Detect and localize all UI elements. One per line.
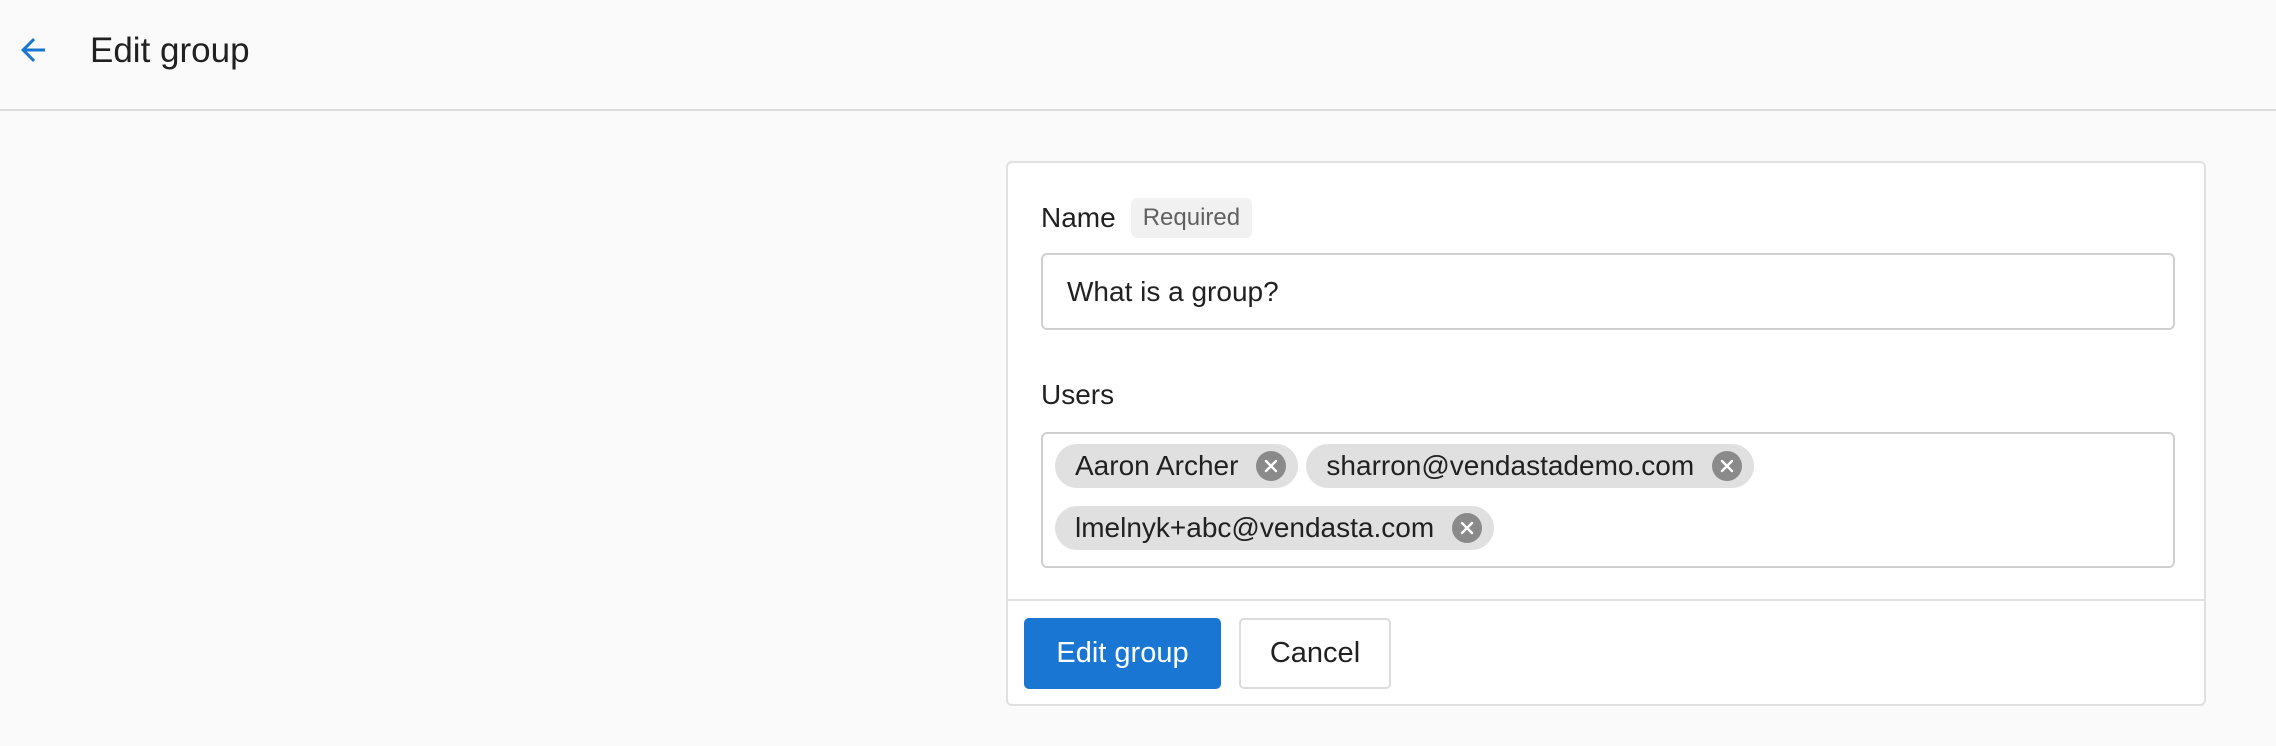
form-divider [1008,599,2204,601]
top-bar: Edit group [0,0,2276,111]
name-label: Name [1041,202,1116,233]
user-chip-label: Aaron Archer [1075,450,1239,481]
required-badge: Required [1130,198,1253,238]
name-label-row: Name Required [1041,198,1253,238]
back-button[interactable] [10,27,56,73]
users-chip-input[interactable]: Aaron Archer sharron@vendastademo.com lm… [1041,432,2175,568]
user-chip: Aaron Archer [1055,444,1299,488]
close-circle-icon[interactable] [1256,451,1287,481]
user-chip: lmelnyk+abc@vendasta.com [1055,506,1495,550]
close-circle-icon[interactable] [1452,513,1483,543]
name-input[interactable] [1041,253,2175,330]
users-label: Users [1041,379,1115,410]
close-circle-icon[interactable] [1712,451,1743,481]
cancel-button[interactable]: Cancel [1239,618,1391,689]
user-chip-label: sharron@vendastademo.com [1326,450,1695,481]
page-title: Edit group [90,31,250,70]
user-chip-label: lmelnyk+abc@vendasta.com [1075,512,1435,543]
edit-group-button[interactable]: Edit group [1024,618,1221,689]
user-chip: sharron@vendastademo.com [1306,444,1755,488]
arrow-left-icon [21,38,45,62]
users-label-row: Users [1041,379,1114,411]
edit-group-form: Name Required Users Aaron Archer sharron… [1006,161,2206,706]
